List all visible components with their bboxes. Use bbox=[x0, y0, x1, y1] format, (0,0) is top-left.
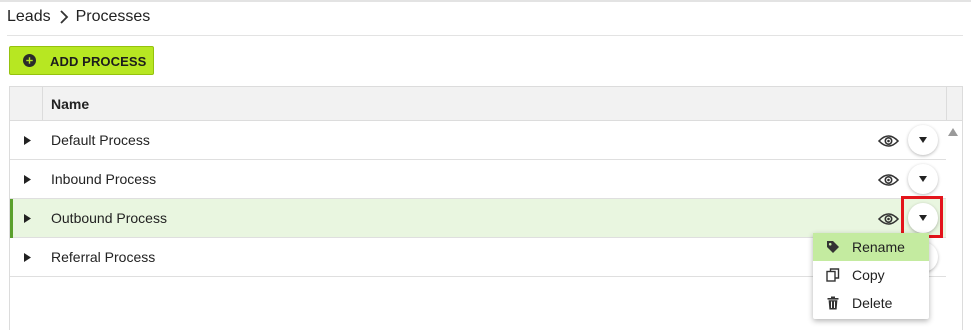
expand-arrow-icon[interactable] bbox=[24, 214, 31, 223]
row-menu-button[interactable] bbox=[908, 125, 938, 155]
trash-icon bbox=[827, 296, 839, 310]
process-name: Outbound Process bbox=[51, 210, 167, 226]
eye-icon[interactable] bbox=[878, 173, 899, 187]
menu-item-label: Delete bbox=[852, 295, 893, 311]
grid-header: Name bbox=[10, 87, 962, 121]
eye-icon[interactable] bbox=[878, 212, 899, 226]
header-divider bbox=[42, 87, 43, 120]
table-row[interactable]: Inbound Process bbox=[10, 160, 946, 199]
add-process-button[interactable]: ADD PROCESS bbox=[9, 46, 154, 75]
add-process-label: ADD PROCESS bbox=[50, 54, 147, 69]
breadcrumb: Leads Processes bbox=[7, 8, 150, 26]
process-name: Inbound Process bbox=[51, 171, 157, 187]
menu-item-label: Copy bbox=[852, 267, 885, 283]
menu-item-label: Rename bbox=[852, 239, 905, 255]
table-row[interactable]: Outbound Process bbox=[10, 199, 946, 238]
caret-down-icon bbox=[919, 176, 927, 182]
breadcrumb-divider bbox=[7, 35, 963, 36]
plus-circle-icon bbox=[23, 54, 36, 67]
copy-icon bbox=[826, 268, 840, 282]
row-menu-button[interactable] bbox=[908, 203, 938, 233]
menu-item-rename[interactable]: Rename bbox=[813, 233, 929, 261]
menu-item-copy[interactable]: Copy bbox=[813, 261, 929, 289]
menu-item-delete[interactable]: Delete bbox=[813, 289, 929, 317]
table-row[interactable]: Default Process bbox=[10, 121, 946, 160]
header-divider bbox=[946, 87, 947, 120]
table-row[interactable]: Referral Process bbox=[10, 238, 946, 277]
chevron-right-icon bbox=[59, 10, 68, 24]
breadcrumb-parent[interactable]: Leads bbox=[7, 8, 51, 26]
column-header-name[interactable]: Name bbox=[51, 96, 89, 112]
breadcrumb-current: Processes bbox=[75, 8, 151, 25]
expand-arrow-icon[interactable] bbox=[24, 253, 31, 262]
eye-icon[interactable] bbox=[878, 134, 899, 148]
caret-down-icon bbox=[919, 215, 927, 221]
process-name: Default Process bbox=[51, 132, 150, 148]
selected-row-accent bbox=[10, 199, 13, 238]
process-name: Referral Process bbox=[51, 249, 156, 265]
expand-arrow-icon[interactable] bbox=[24, 136, 31, 145]
row-menu-button[interactable] bbox=[908, 164, 938, 194]
tag-icon bbox=[827, 241, 839, 253]
top-border bbox=[0, 0, 971, 2]
caret-down-icon bbox=[919, 137, 927, 143]
expand-arrow-icon[interactable] bbox=[24, 175, 31, 184]
scroll-up-icon[interactable] bbox=[948, 128, 958, 136]
row-context-menu: Rename Copy Delete bbox=[813, 233, 929, 319]
